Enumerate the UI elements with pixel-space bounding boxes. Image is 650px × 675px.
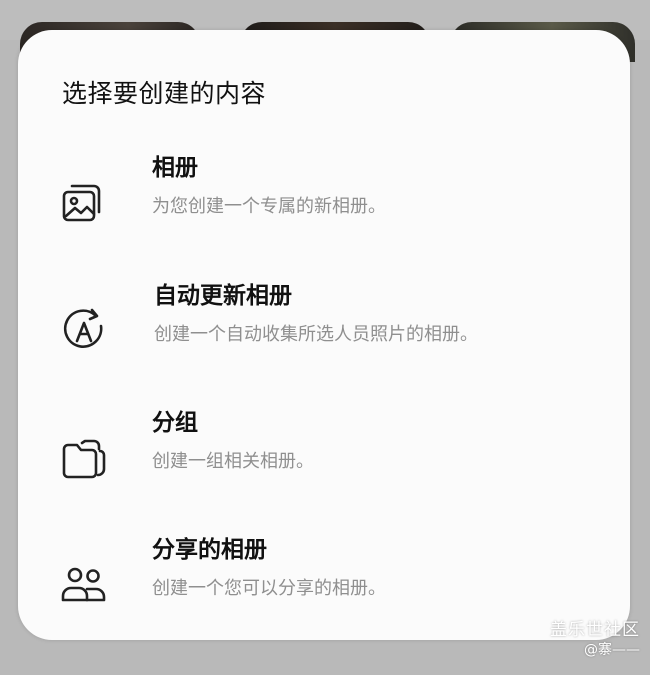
option-label: 分享的相册	[152, 537, 267, 563]
folder-group-icon	[58, 431, 110, 483]
watermark-name: 盖乐世社区	[550, 620, 640, 640]
option-description: 创建一个自动收集所选人员照片的相册。	[154, 324, 478, 345]
option-shared-album[interactable]: 分享的相册 创建一个您可以分享的相册。	[18, 530, 630, 640]
option-group[interactable]: 分组 创建一组相关相册。	[18, 403, 630, 513]
dialog-title: 选择要创建的内容	[62, 79, 267, 108]
option-description: 创建一个您可以分享的相册。	[152, 578, 386, 599]
option-description: 创建一组相关相册。	[152, 451, 314, 472]
option-label: 自动更新相册	[154, 283, 292, 309]
create-content-dialog: 选择要创建的内容 相册 为您创建一个专属的新相册。 自动更新相册 创建一个自动收…	[18, 30, 630, 640]
option-album[interactable]: 相册 为您创建一个专属的新相册。	[18, 148, 630, 258]
option-auto-update-album[interactable]: 自动更新相册 创建一个自动收集所选人员照片的相册。	[18, 276, 630, 386]
album-icon	[58, 176, 110, 228]
watermark-user: @寨——	[584, 642, 640, 658]
option-description: 为您创建一个专属的新相册。	[152, 196, 386, 217]
auto-update-icon	[58, 304, 110, 356]
option-label: 相册	[152, 155, 198, 181]
option-label: 分组	[152, 410, 198, 436]
shared-people-icon	[58, 558, 110, 610]
watermark: 盖乐世社区 @寨——	[550, 620, 640, 660]
